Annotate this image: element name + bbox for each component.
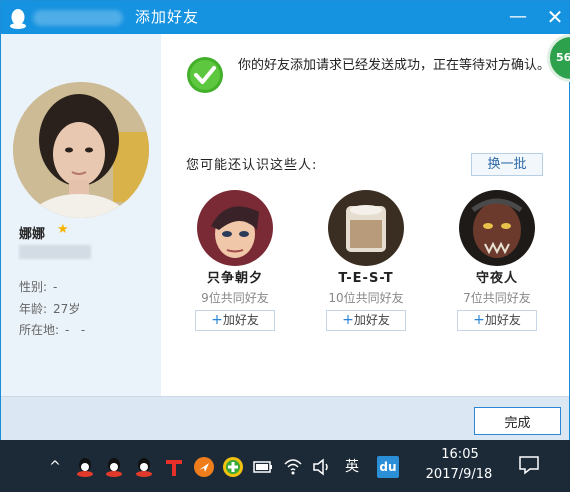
plus-icon: +	[342, 312, 354, 328]
qq-tray-icon[interactable]	[74, 456, 96, 478]
may-know-label: 您可能还认识这些人:	[186, 158, 318, 173]
add-friend-button[interactable]: +加好友	[326, 310, 406, 331]
plus-icon: +	[473, 312, 485, 328]
check-icon	[187, 57, 223, 93]
location-label: 所在地:	[19, 323, 60, 337]
title-bar[interactable]: 添加好友 — ✕	[1, 1, 569, 34]
add-friend-button[interactable]: +加好友	[195, 310, 275, 331]
location-value: - -	[65, 323, 86, 337]
suggestion-card: 守夜人 7位共同好友 +加好友	[452, 190, 542, 331]
profile-avatar	[13, 82, 149, 218]
gender-value: -	[53, 280, 58, 294]
tencent-icon[interactable]	[163, 456, 185, 478]
done-button[interactable]: 完成	[474, 407, 561, 435]
add-friend-label: 加好友	[222, 313, 259, 327]
clock-time[interactable]: 16:05	[430, 447, 490, 462]
add-friend-dialog: 添加好友 — ✕ 56 娜娜 ★ 性别: - 年龄: 27岁 所在地: - - …	[0, 0, 570, 440]
show-hidden-icons-icon[interactable]: ^	[44, 456, 66, 478]
ime-indicator[interactable]: 英	[341, 456, 363, 478]
gender-label: 性别:	[19, 280, 48, 294]
age-label: 年龄:	[19, 302, 48, 316]
add-friend-button[interactable]: +加好友	[457, 310, 537, 331]
suggestion-avatar[interactable]	[459, 190, 535, 266]
clock-date[interactable]: 2017/9/18	[414, 467, 504, 482]
suggestion-card: T-E-S-T 10位共同好友 +加好友	[321, 190, 411, 331]
suggestion-name: 守夜人	[475, 271, 518, 286]
window-title: 添加好友	[135, 8, 200, 26]
battery-icon[interactable]	[252, 456, 274, 478]
suggestion-mutual-count: 9位共同好友	[201, 291, 269, 305]
suggestion-mutual-count: 10位共同好友	[328, 291, 404, 305]
blurred-account-name	[33, 10, 123, 26]
plus-icon: +	[211, 312, 223, 328]
notification-icon[interactable]	[518, 455, 540, 475]
suggestion-name: 只争朝夕	[206, 271, 263, 286]
gender-row: 性别: -	[19, 278, 57, 295]
taskbar: ^ 英 du 16:05 2017/9/18	[0, 440, 570, 492]
qq-penguin-icon	[10, 9, 26, 29]
star-icon: ★	[57, 222, 69, 237]
qq-tray-icon[interactable]	[133, 456, 155, 478]
profile-nickname: 娜娜	[19, 227, 46, 242]
wifi-icon[interactable]	[282, 456, 304, 478]
baidu-icon[interactable]: du	[377, 456, 399, 478]
suggestion-avatar[interactable]	[328, 190, 404, 266]
close-button[interactable]: ✕	[544, 6, 566, 28]
success-message: 你的好友添加请求已经发送成功，正在等待对方确认。	[238, 58, 551, 73]
suggestion-mutual-count: 7位共同好友	[463, 291, 531, 305]
suggestion-card: 只争朝夕 9位共同好友 +加好友	[190, 190, 280, 331]
minimize-button[interactable]: —	[507, 6, 529, 28]
blurred-signature	[19, 245, 91, 259]
profile-panel: 娜娜 ★ 性别: - 年龄: 27岁 所在地: - -	[1, 34, 161, 396]
suggestion-avatar[interactable]	[197, 190, 273, 266]
age-row: 年龄: 27岁	[19, 300, 80, 317]
suggestion-name: T-E-S-T	[338, 271, 394, 286]
qq-tray-icon[interactable]	[103, 456, 125, 478]
volume-icon[interactable]	[311, 456, 333, 478]
floating-speed-badge[interactable]: 56	[547, 34, 570, 82]
plus-circle-icon[interactable]	[222, 456, 244, 478]
age-value: 27岁	[53, 302, 81, 316]
add-friend-label: 加好友	[484, 313, 521, 327]
swap-batch-button[interactable]: 换一批	[471, 153, 543, 176]
dialog-footer: 完成	[1, 396, 569, 440]
add-friend-label: 加好友	[353, 313, 390, 327]
airplane-icon[interactable]	[193, 456, 215, 478]
location-row: 所在地: - -	[19, 321, 85, 338]
